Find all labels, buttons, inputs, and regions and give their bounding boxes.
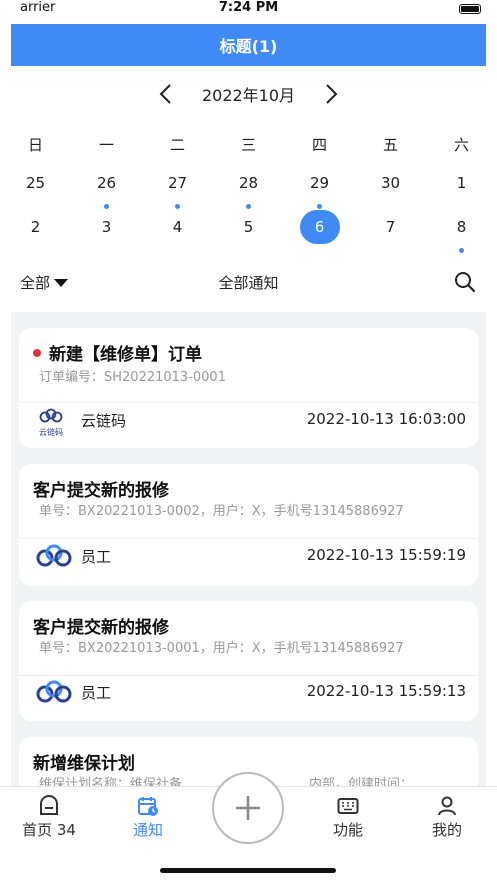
notification-subtitle: 维保计划名称：维保社备 — [39, 777, 183, 786]
page-title: 标题(1) — [219, 37, 278, 56]
calendar-day[interactable]: 25 — [16, 166, 56, 200]
calendar-day[interactable]: 3 — [87, 210, 127, 244]
calendar-day[interactable]: 28 — [229, 166, 269, 200]
home-indicator — [160, 868, 336, 873]
notification-sender: 云链码 — [81, 412, 127, 430]
filter-bar: 全部 全部通知 — [0, 262, 497, 302]
cloud-logo-icon — [35, 544, 73, 568]
event-dot — [175, 204, 180, 209]
cloud-logo-icon — [35, 680, 73, 704]
logo-text: 云链码 — [39, 427, 63, 437]
user-icon — [438, 796, 456, 816]
notification-sender: 员工 — [81, 684, 112, 702]
notification-subtitle: 单号：BX20221013-0002，用户：X，手机号13145886927 — [39, 504, 404, 519]
weekday-label: 六 — [453, 135, 469, 154]
calendar-day[interactable]: 29 — [300, 166, 340, 200]
divider — [19, 675, 478, 676]
weekday-label: 三 — [240, 135, 256, 154]
notification-title: 新建【维修单】订单 — [49, 345, 202, 365]
tab-mine-label: 我的 — [431, 821, 462, 839]
notification-title: 客户提交新的报修 — [33, 618, 169, 638]
yunlianma-logo-icon: 云链码 — [35, 408, 67, 438]
notification-sender: 员工 — [81, 548, 112, 566]
divider — [19, 538, 478, 539]
home-icon — [40, 795, 58, 815]
weekday-label: 二 — [169, 135, 185, 154]
tab-home-label: 首页 34 — [22, 821, 76, 839]
notification-subtitle: 单号：BX20221013-0001，用户：X，手机号13145886927 — [39, 641, 404, 656]
calendar-day[interactable]: 4 — [158, 210, 198, 244]
weekday-header: 日 一 二 三 四 五 六 — [0, 122, 497, 166]
event-dot — [317, 204, 322, 209]
notification-subtitle: 订单编号：SH20221013-0001 — [39, 370, 226, 385]
notification-title: 新增维保计划 — [33, 754, 135, 774]
page-header: 标题(1) — [11, 24, 486, 66]
event-dot — [246, 204, 251, 209]
status-time: 7:24 PM — [218, 0, 279, 15]
calendar-day[interactable]: 1 — [442, 166, 482, 200]
calendar-day[interactable]: 27 — [158, 166, 198, 200]
calendar-day[interactable]: 6 — [299, 210, 340, 244]
calendar-week: 2 3 4 5 6 7 8 — [0, 210, 497, 254]
notification-card[interactable]: 客户提交新的报修 单号：BX20221013-0001，用户：X，手机号1314… — [19, 601, 478, 721]
calendar-week: 25 26 27 28 29 30 1 — [0, 166, 497, 210]
event-dot — [459, 248, 464, 253]
add-button[interactable] — [212, 772, 284, 844]
weekday-label: 日 — [27, 135, 43, 154]
chevron-left-icon — [159, 84, 171, 104]
plus-icon — [236, 796, 260, 820]
search-button[interactable] — [453, 270, 477, 294]
tab-home[interactable]: 首页 34 — [14, 795, 84, 840]
unread-dot — [33, 349, 41, 357]
tab-mine[interactable]: 我的 — [412, 795, 482, 840]
search-icon — [455, 272, 476, 293]
next-month-button[interactable] — [317, 79, 347, 109]
notification-title: 客户提交新的报修 — [33, 481, 169, 501]
notification-time: 2022-10-13 16:03:00 — [306, 410, 466, 428]
keyboard-icon — [337, 798, 359, 814]
divider — [19, 402, 478, 403]
tab-notifications-label: 通知 — [132, 821, 163, 839]
weekday-label: 四 — [311, 135, 327, 154]
tab-notifications[interactable]: 通知 — [113, 795, 183, 840]
status-bar: arrier 7:24 PM — [0, 0, 497, 24]
notification-subtitle-right: 内部，创建时间： — [309, 777, 414, 786]
calendar-clock-icon — [138, 797, 158, 816]
tab-features[interactable]: 功能 — [313, 795, 383, 840]
event-dot — [104, 204, 109, 209]
notification-list: 新建【维修单】订单 订单编号：SH20221013-0001 云链码 云链码 2… — [11, 312, 486, 786]
filter-title: 全部通知 — [218, 274, 279, 292]
month-label: 2022年10月 — [201, 86, 296, 105]
tab-features-label: 功能 — [332, 821, 363, 839]
month-navigator: 2022年10月 — [11, 66, 486, 122]
chevron-right-icon — [326, 84, 338, 104]
calendar-day[interactable]: 8 — [442, 210, 482, 244]
calendar-day[interactable]: 30 — [371, 166, 411, 200]
calendar-day[interactable]: 26 — [87, 166, 127, 200]
calendar-day[interactable]: 7 — [371, 210, 411, 244]
calendar-day[interactable]: 2 — [16, 210, 56, 244]
calendar: 日 一 二 三 四 五 六 25 26 27 28 29 30 1 2 3 4 … — [0, 122, 497, 254]
weekday-label: 五 — [382, 135, 398, 154]
notification-time: 2022-10-13 15:59:19 — [306, 546, 466, 564]
weekday-label: 一 — [98, 135, 114, 154]
prev-month-button[interactable] — [150, 79, 180, 109]
calendar-day[interactable]: 5 — [229, 210, 269, 244]
notification-card[interactable]: 客户提交新的报修 单号：BX20221013-0002，用户：X，手机号1314… — [19, 464, 478, 586]
carrier-label: arrier — [20, 0, 56, 15]
battery-icon — [459, 4, 481, 14]
notification-card[interactable]: 新建【维修单】订单 订单编号：SH20221013-0001 云链码 云链码 2… — [19, 328, 478, 448]
notification-time: 2022-10-13 15:59:13 — [306, 682, 466, 700]
